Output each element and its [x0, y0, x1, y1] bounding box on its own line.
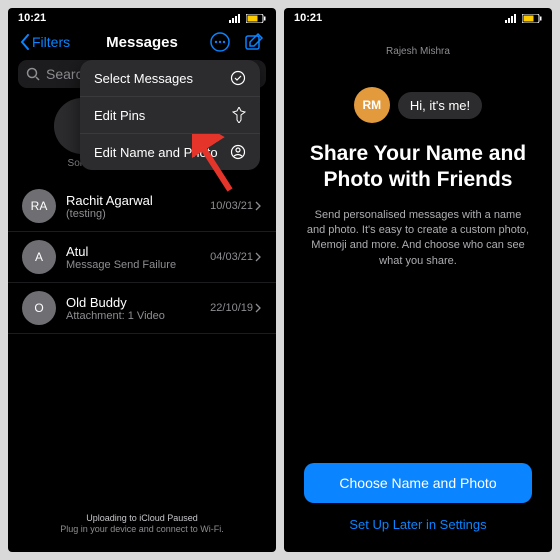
row-title: Atul [66, 244, 200, 259]
menu-label: Edit Pins [94, 108, 145, 123]
row-subtitle: Attachment: 1 Video [66, 310, 200, 322]
back-label: Filters [32, 34, 70, 50]
chevron-right-icon [255, 303, 262, 313]
menu-edit-pins[interactable]: Edit Pins [80, 97, 260, 134]
avatar: RA [22, 189, 56, 223]
menu-edit-name-photo[interactable]: Edit Name and Photo [80, 134, 260, 170]
battery-icon [246, 14, 266, 23]
row-title: Rachit Agarwal [66, 193, 200, 208]
chevron-right-icon [255, 201, 262, 211]
more-icon[interactable] [210, 32, 230, 52]
row-title: Old Buddy [66, 295, 200, 310]
status-bar: 10:21 [8, 8, 276, 28]
context-menu: Select Messages Edit Pins Edit Name and … [80, 60, 260, 170]
conversation-row[interactable]: O Old Buddy Attachment: 1 Video 22/10/19 [8, 283, 276, 334]
menu-label: Select Messages [94, 71, 193, 86]
search-icon [26, 67, 40, 81]
onboarding-screen: 10:21 Rajesh Mishra RM Hi, it's me! Shar… [284, 8, 552, 552]
conversation-row[interactable]: RA Rachit Agarwal (testing) 10/03/21 [8, 181, 276, 232]
choose-name-photo-button[interactable]: Choose Name and Photo [304, 463, 532, 503]
nav-bar: Filters Messages [8, 28, 276, 60]
avatar: A [22, 240, 56, 274]
preview-message: RM Hi, it's me! [354, 87, 482, 123]
person-circle-icon [230, 144, 246, 160]
status-icons [229, 14, 266, 23]
status-time: 10:21 [18, 12, 46, 24]
pin-icon [232, 107, 246, 123]
row-date: 10/03/21 [210, 200, 262, 212]
setup-later-link[interactable]: Set Up Later in Settings [304, 517, 532, 532]
onboarding-title: Share Your Name and Photo with Friends [304, 141, 532, 194]
messages-screen: 10:21 Filters Messages Search Sohan Luck… [8, 8, 276, 552]
signal-icon [505, 14, 519, 23]
battery-icon [522, 14, 542, 23]
chevron-left-icon [20, 34, 30, 50]
back-button[interactable]: Filters [20, 34, 70, 50]
status-bar: 10:21 [284, 8, 552, 28]
conversation-list: RA Rachit Agarwal (testing) 10/03/21 A A… [8, 181, 276, 334]
row-date: 04/03/21 [210, 251, 262, 263]
message-bubble: Hi, it's me! [398, 92, 482, 119]
signal-icon [229, 14, 243, 23]
menu-label: Edit Name and Photo [94, 145, 218, 160]
avatar: RM [354, 87, 390, 123]
onboarding-description: Send personalised messages with a name a… [304, 208, 532, 270]
checkmark-circle-icon [230, 70, 246, 86]
row-subtitle: (testing) [66, 208, 200, 220]
sender-name: Rajesh Mishra [386, 46, 450, 57]
menu-select-messages[interactable]: Select Messages [80, 60, 260, 97]
row-subtitle: Message Send Failure [66, 259, 200, 271]
row-date: 22/10/19 [210, 302, 262, 314]
avatar: O [22, 291, 56, 325]
chevron-right-icon [255, 252, 262, 262]
compose-icon[interactable] [244, 32, 264, 52]
status-time: 10:21 [294, 12, 322, 24]
status-icons [505, 14, 542, 23]
sync-status: Uploading to iCloud Paused Plug in your … [8, 503, 276, 552]
conversation-row[interactable]: A Atul Message Send Failure 04/03/21 [8, 232, 276, 283]
